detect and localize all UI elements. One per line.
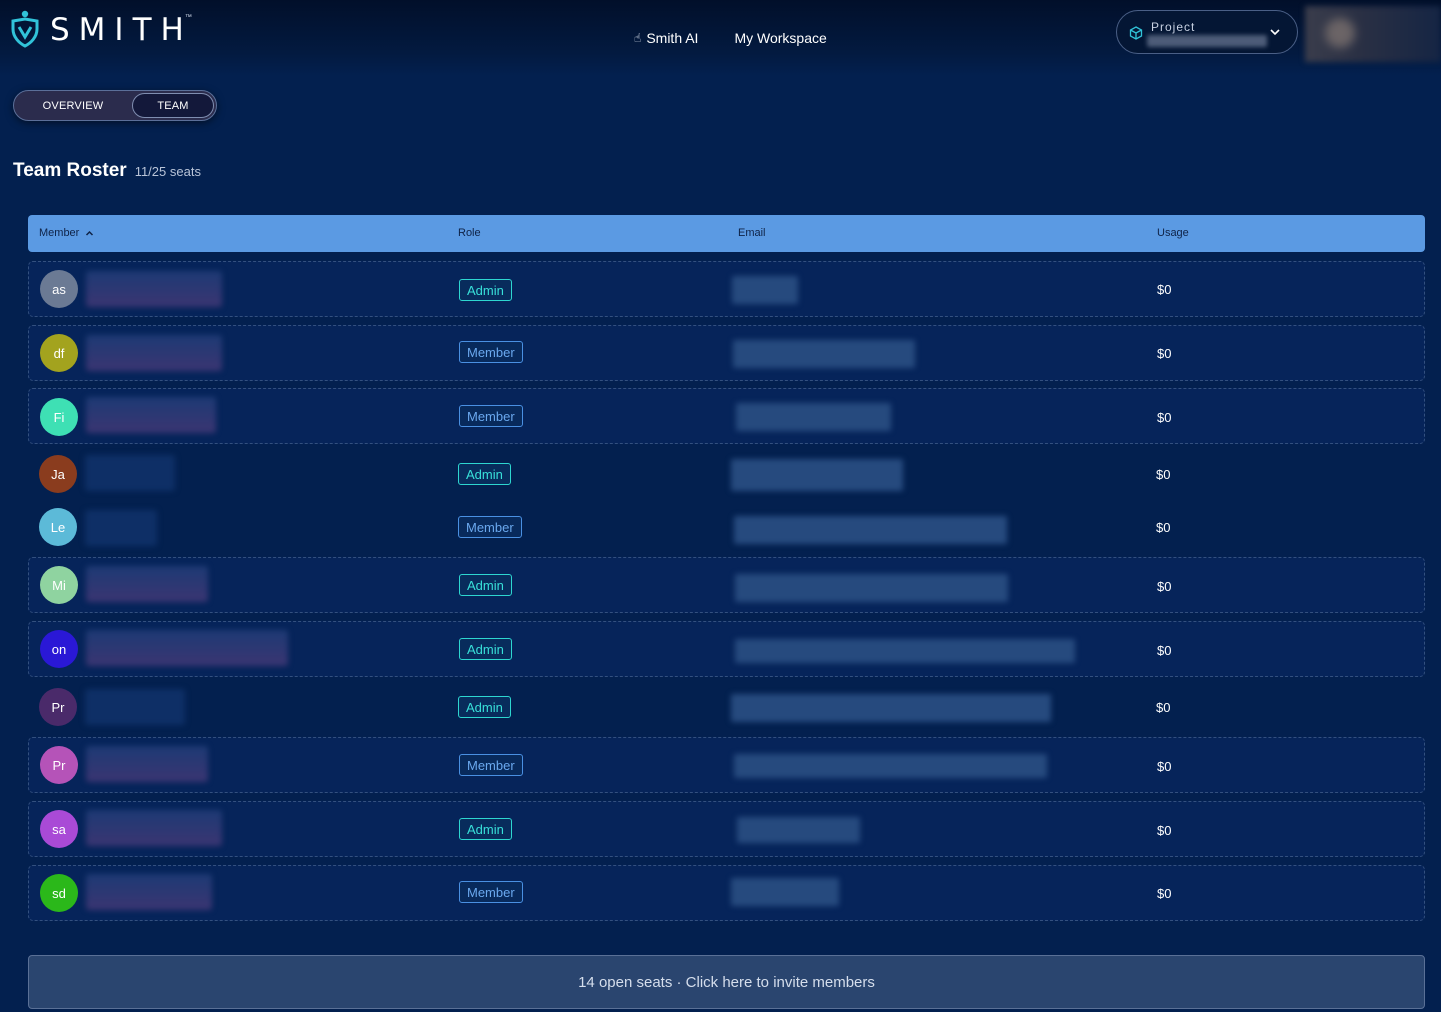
- email-redacted: [737, 817, 860, 843]
- avatar: Le: [39, 508, 77, 546]
- trademark-mark: ™: [184, 13, 192, 21]
- avatar: Pr: [39, 688, 77, 726]
- avatar: sa: [40, 810, 78, 848]
- role-badge[interactable]: Member: [459, 341, 523, 363]
- member-name-redacted: [86, 746, 208, 782]
- project-label: Project: [1151, 20, 1196, 34]
- role-badge[interactable]: Admin: [458, 696, 511, 718]
- avatar: Ja: [39, 455, 77, 493]
- table-row[interactable]: Le Member $0: [28, 501, 1425, 557]
- usage-value: $0: [1156, 700, 1171, 715]
- role-badge[interactable]: Admin: [459, 574, 512, 596]
- usage-value: $0: [1157, 410, 1172, 425]
- table-header: Member Role Email Usage: [28, 215, 1425, 252]
- email-redacted: [732, 276, 798, 304]
- member-name-redacted: [86, 397, 216, 433]
- top-nav: ☝ Smith AI My Workspace: [634, 30, 827, 46]
- role-badge[interactable]: Admin: [459, 279, 512, 301]
- email-redacted: [731, 878, 839, 906]
- chevron-down-icon: [1270, 29, 1280, 36]
- table-row[interactable]: Ja Admin $0: [28, 448, 1425, 504]
- table-row[interactable]: sd Member $0: [28, 865, 1425, 921]
- table-row[interactable]: on Admin $0: [28, 621, 1425, 677]
- usage-value: $0: [1157, 643, 1172, 658]
- avatar: Mi: [40, 566, 78, 604]
- invite-members-button[interactable]: 14 open seats · Click here to invite mem…: [28, 955, 1425, 1009]
- member-name-redacted: [85, 455, 175, 491]
- email-redacted: [731, 694, 1051, 722]
- member-name-redacted: [86, 630, 288, 666]
- usage-value: $0: [1157, 282, 1172, 297]
- usage-value: $0: [1157, 823, 1172, 838]
- project-name-redacted: [1147, 35, 1267, 47]
- email-redacted: [734, 516, 1007, 544]
- project-selector[interactable]: Project: [1116, 10, 1298, 54]
- table-row[interactable]: df Member $0: [28, 325, 1425, 381]
- column-header-email[interactable]: Email: [738, 227, 766, 239]
- role-badge[interactable]: Admin: [459, 638, 512, 660]
- table-row[interactable]: Fi Member $0: [28, 388, 1425, 444]
- nav-smith-ai[interactable]: ☝ Smith AI: [634, 30, 698, 46]
- email-redacted: [733, 340, 915, 368]
- column-header-member[interactable]: Member: [39, 227, 94, 239]
- nav-my-workspace[interactable]: My Workspace: [734, 30, 826, 46]
- cube-icon: [1129, 26, 1143, 40]
- top-header: SMITH ™ ☝ Smith AI My Workspace Project: [0, 0, 1441, 76]
- table-row[interactable]: sa Admin $0: [28, 801, 1425, 857]
- member-name-redacted: [85, 689, 185, 725]
- role-badge[interactable]: Member: [458, 516, 522, 538]
- avatar: Fi: [40, 398, 78, 436]
- role-badge[interactable]: Admin: [458, 463, 511, 485]
- email-redacted: [735, 574, 1008, 602]
- email-redacted: [731, 459, 903, 491]
- member-name-redacted: [86, 566, 208, 602]
- avatar: as: [40, 270, 78, 308]
- table-row[interactable]: as Admin $0: [28, 261, 1425, 317]
- tab-overview[interactable]: OVERVIEW: [16, 93, 130, 118]
- member-name-redacted: [86, 874, 212, 910]
- usage-value: $0: [1157, 886, 1172, 901]
- shield-logo-icon: [11, 10, 39, 48]
- member-name-redacted: [86, 271, 222, 307]
- role-badge[interactable]: Admin: [459, 818, 512, 840]
- page-title: Team Roster: [13, 160, 127, 181]
- table-row[interactable]: Pr Member $0: [28, 737, 1425, 793]
- tab-team[interactable]: TEAM: [132, 93, 214, 118]
- usage-value: $0: [1156, 467, 1171, 482]
- avatar: Pr: [40, 746, 78, 784]
- column-header-role[interactable]: Role: [458, 227, 481, 239]
- seat-count: 11/25 seats: [134, 164, 201, 179]
- avatar: on: [40, 630, 78, 668]
- nav-my-workspace-label: My Workspace: [734, 30, 827, 46]
- member-name-redacted: [86, 335, 222, 371]
- role-badge[interactable]: Member: [459, 754, 523, 776]
- avatar: df: [40, 334, 78, 372]
- nav-smith-ai-label: Smith AI: [646, 30, 699, 46]
- usage-value: $0: [1157, 759, 1172, 774]
- email-redacted: [735, 639, 1075, 663]
- usage-value: $0: [1156, 520, 1171, 535]
- user-profile-redacted[interactable]: [1305, 6, 1441, 62]
- usage-value: $0: [1157, 579, 1172, 594]
- smith-logo[interactable]: SMITH ™: [10, 10, 200, 50]
- email-redacted: [736, 403, 891, 431]
- avatar: sd: [40, 874, 78, 912]
- logo-text: SMITH: [50, 11, 193, 48]
- roster-heading: Team Roster 11/25 seats: [13, 160, 201, 182]
- member-name-redacted: [86, 810, 222, 846]
- column-header-usage[interactable]: Usage: [1157, 227, 1189, 239]
- email-redacted: [734, 754, 1047, 778]
- member-name-redacted: [85, 510, 157, 546]
- role-badge[interactable]: Member: [459, 881, 523, 903]
- sort-ascending-icon: [86, 230, 94, 236]
- table-row[interactable]: Pr Admin $0: [28, 681, 1425, 737]
- column-header-member-label: Member: [39, 227, 80, 239]
- view-tabs: OVERVIEW TEAM: [13, 90, 217, 121]
- usage-value: $0: [1157, 346, 1172, 361]
- table-row[interactable]: Mi Admin $0: [28, 557, 1425, 613]
- hand-pointer-icon: ☝: [634, 31, 642, 45]
- role-badge[interactable]: Member: [459, 405, 523, 427]
